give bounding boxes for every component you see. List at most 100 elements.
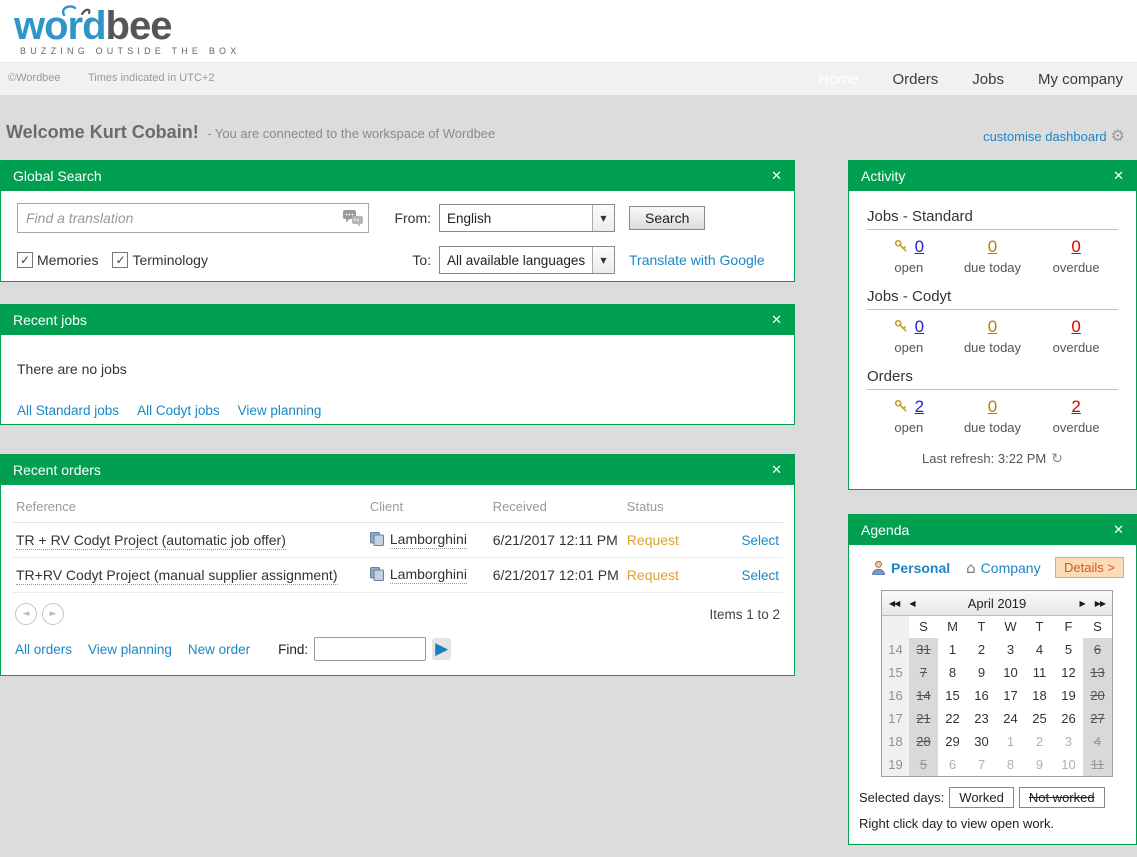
calendar-day[interactable]: 19 <box>1054 684 1083 707</box>
calendar-day[interactable]: 9 <box>967 661 996 684</box>
chevron-down-icon[interactable]: ▼ <box>592 247 614 273</box>
calendar-day[interactable]: 13 <box>1083 661 1112 684</box>
calendar-day[interactable]: 10 <box>996 661 1025 684</box>
calendar-day[interactable]: 9 <box>1025 753 1054 776</box>
open-count-link[interactable]: 0 <box>915 317 924 336</box>
calendar-prev-year-icon[interactable]: ◀◀ <box>889 599 899 608</box>
calendar-day[interactable]: 5 <box>1054 638 1083 661</box>
link-all-codyt-jobs[interactable]: All Codyt jobs <box>137 403 220 418</box>
calendar-day[interactable]: 21 <box>909 707 938 730</box>
select-link[interactable]: Select <box>741 568 779 583</box>
calendar-day[interactable]: 14 <box>909 684 938 707</box>
tab-personal[interactable]: Personal <box>871 560 950 576</box>
calendar-prev-month-icon[interactable]: ◀ <box>909 599 914 608</box>
calendar-day[interactable]: 4 <box>1025 638 1054 661</box>
calendar-day[interactable]: 25 <box>1025 707 1054 730</box>
calendar-day[interactable]: 1 <box>938 638 967 661</box>
from-language-dropdown[interactable]: English ▼ <box>439 204 615 232</box>
search-button[interactable]: Search <box>629 206 705 230</box>
due-today-count-link[interactable]: 0 <box>988 317 997 336</box>
calendar-next-year-icon[interactable]: ▶▶ <box>1095 599 1105 608</box>
calendar-day[interactable]: 22 <box>938 707 967 730</box>
customise-dashboard-link[interactable]: customise dashboard <box>983 129 1107 144</box>
calendar-day[interactable]: 11 <box>1083 753 1112 776</box>
checkbox-icon[interactable]: ✓ <box>112 252 128 268</box>
calendar-day[interactable]: 23 <box>967 707 996 730</box>
calendar-day[interactable]: 24 <box>996 707 1025 730</box>
refresh-icon[interactable]: ↻ <box>1051 451 1063 467</box>
nav-item-home[interactable]: Home <box>818 71 858 88</box>
calendar-day[interactable]: 7 <box>909 661 938 684</box>
pager-prev-button[interactable]: ◄ <box>15 603 37 625</box>
search-input[interactable] <box>26 210 342 226</box>
calendar-day[interactable]: 15 <box>938 684 967 707</box>
calendar-day[interactable]: 30 <box>967 730 996 753</box>
select-link[interactable]: Select <box>741 533 779 548</box>
overdue-count-link[interactable]: 0 <box>1071 317 1080 336</box>
nav-item-my-company[interactable]: My company <box>1038 71 1123 88</box>
calendar-day[interactable]: 20 <box>1083 684 1112 707</box>
calendar-day[interactable]: 4 <box>1083 730 1112 753</box>
find-go-button[interactable]: ▶ <box>432 638 451 660</box>
calendar-day[interactable]: 3 <box>996 638 1025 661</box>
close-icon[interactable]: ✕ <box>771 463 782 478</box>
calendar-day[interactable]: 3 <box>1054 730 1083 753</box>
calendar-day[interactable]: 6 <box>938 753 967 776</box>
gear-icon[interactable]: ⚙ <box>1111 128 1125 144</box>
to-language-dropdown[interactable]: All available languages ▼ <box>439 246 615 274</box>
calendar-day[interactable]: 17 <box>996 684 1025 707</box>
calendar-day[interactable]: 5 <box>909 753 938 776</box>
checkbox-icon[interactable]: ✓ <box>17 252 33 268</box>
link-all-orders[interactable]: All orders <box>15 642 72 657</box>
calendar-day[interactable]: 27 <box>1083 707 1112 730</box>
checkbox-memories[interactable]: ✓Memories <box>17 252 98 268</box>
close-icon[interactable]: ✕ <box>771 313 782 328</box>
link-all-standard-jobs[interactable]: All Standard jobs <box>17 403 119 418</box>
open-count-link[interactable]: 0 <box>915 237 924 256</box>
find-input[interactable] <box>314 637 426 661</box>
calendar-day[interactable]: 10 <box>1054 753 1083 776</box>
client-link[interactable]: Lamborghini <box>390 566 467 584</box>
not-worked-button[interactable]: Not worked <box>1019 787 1105 808</box>
tab-company[interactable]: ⌂ Company <box>966 559 1040 577</box>
link-view-planning[interactable]: View planning <box>88 642 172 657</box>
calendar-day[interactable]: 8 <box>996 753 1025 776</box>
calendar-day[interactable]: 18 <box>1025 684 1054 707</box>
calendar-day[interactable]: 6 <box>1083 638 1112 661</box>
link-view-planning[interactable]: View planning <box>238 403 322 418</box>
close-icon[interactable]: ✕ <box>1113 523 1124 538</box>
calendar-day[interactable]: 26 <box>1054 707 1083 730</box>
order-reference-link[interactable]: TR+RV Codyt Project (manual supplier ass… <box>16 567 338 585</box>
details-button[interactable]: Details > <box>1055 557 1124 578</box>
calendar-day[interactable]: 16 <box>967 684 996 707</box>
nav-item-jobs[interactable]: Jobs <box>972 71 1004 88</box>
calendar-day[interactable]: 12 <box>1054 661 1083 684</box>
link-new-order[interactable]: New order <box>188 642 250 657</box>
calendar-day[interactable]: 2 <box>967 638 996 661</box>
calendar-day[interactable]: 2 <box>1025 730 1054 753</box>
calendar-day[interactable]: 1 <box>996 730 1025 753</box>
nav-item-orders[interactable]: Orders <box>892 71 938 88</box>
close-icon[interactable]: ✕ <box>1113 169 1124 184</box>
worked-button[interactable]: Worked <box>949 787 1014 808</box>
due-today-count-link[interactable]: 0 <box>988 237 997 256</box>
calendar-day[interactable]: 29 <box>938 730 967 753</box>
calendar-next-month-icon[interactable]: ▶ <box>1080 599 1085 608</box>
calendar-day[interactable]: 31 <box>909 638 938 661</box>
calendar-day[interactable]: 11 <box>1025 661 1054 684</box>
client-link[interactable]: Lamborghini <box>390 531 467 549</box>
translation-bubbles-icon[interactable] <box>342 209 364 227</box>
open-count-link[interactable]: 2 <box>915 397 924 416</box>
calendar-day[interactable]: 28 <box>909 730 938 753</box>
calendar-day[interactable]: 8 <box>938 661 967 684</box>
overdue-count-link[interactable]: 2 <box>1071 397 1080 416</box>
translate-with-google-link[interactable]: Translate with Google <box>629 252 765 268</box>
checkbox-terminology[interactable]: ✓Terminology <box>112 252 207 268</box>
order-reference-link[interactable]: TR + RV Codyt Project (automatic job off… <box>16 532 286 550</box>
chevron-down-icon[interactable]: ▼ <box>592 205 614 231</box>
calendar-day[interactable]: 7 <box>967 753 996 776</box>
due-today-count-link[interactable]: 0 <box>988 397 997 416</box>
overdue-count-link[interactable]: 0 <box>1071 237 1080 256</box>
close-icon[interactable]: ✕ <box>771 169 782 184</box>
pager-next-button[interactable]: ► <box>42 603 64 625</box>
